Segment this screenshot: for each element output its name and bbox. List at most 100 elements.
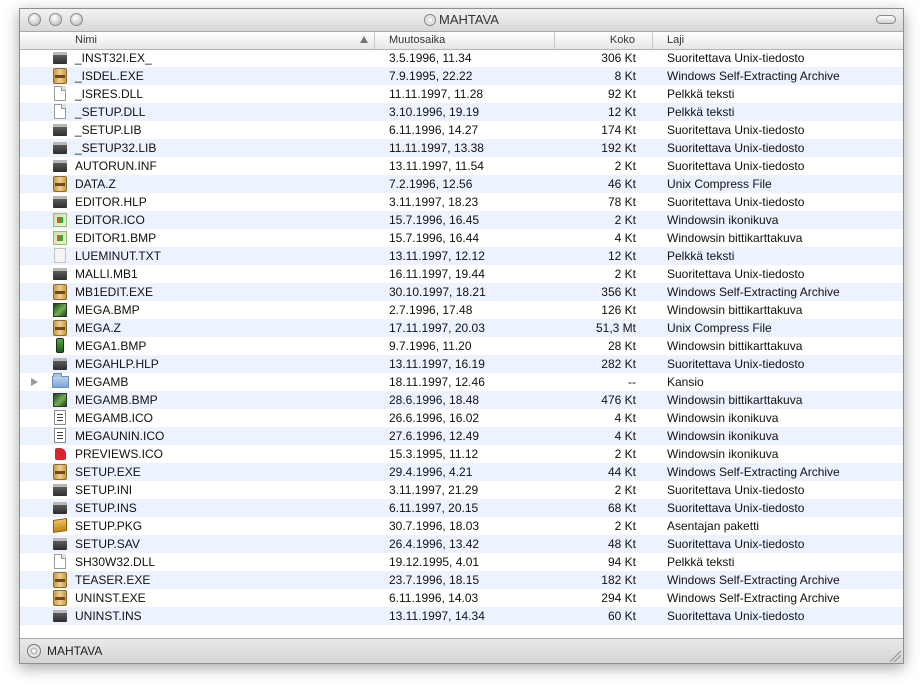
table-row[interactable]: SETUP.PKG 30.7.1996, 18.03 2 Kt Asentajan p…	[20, 517, 903, 535]
archive-file-icon	[53, 284, 67, 300]
file-icon-cell	[53, 410, 67, 425]
file-kind: Windowsin bittikarttakuva	[667, 303, 803, 317]
file-list[interactable]: _INST32I.EX_ 3.5.1996, 11.34 306 Kt Suorite…	[20, 49, 903, 638]
table-row[interactable]: _ISRES.DLL 11.11.1997, 11.28 92 Kt Pelkkä t…	[20, 85, 903, 103]
file-date: 3.5.1996, 11.34	[389, 51, 472, 65]
table-row[interactable]: DATA.Z 7.2.1996, 12.56 46 Kt Unix Compress …	[20, 175, 903, 193]
toolbar-toggle-button[interactable]	[876, 15, 896, 24]
disclosure-triangle-icon[interactable]	[31, 378, 38, 386]
column-header-size[interactable]: Koko	[555, 32, 653, 49]
file-icon-cell	[53, 554, 67, 569]
file-name: SETUP.INI	[75, 483, 133, 497]
table-row[interactable]: AUTORUN.INF 13.11.1997, 11.54 2 Kt Suoritet…	[20, 157, 903, 175]
exec-file-icon	[53, 610, 67, 622]
column-header-size-label: Koko	[609, 34, 635, 46]
exec-file-icon	[53, 358, 67, 370]
file-kind: Suoritettava Unix-tiedosto	[667, 267, 805, 281]
file-date: 15.7.1996, 16.45	[389, 213, 480, 227]
file-name: _ISRES.DLL	[75, 87, 144, 101]
table-row[interactable]: _SETUP.DLL 3.10.1996, 19.19 12 Kt Pelkkä te…	[20, 103, 903, 121]
table-row[interactable]: MEGAUNIN.ICO 27.6.1996, 12.49 4 Kt Windowsi…	[20, 427, 903, 445]
folder-file-icon	[52, 373, 69, 388]
table-row[interactable]: MEGAMB.BMP 28.6.1996, 18.48 476 Kt Windowsi…	[20, 391, 903, 409]
table-row[interactable]: MEGAHLP.HLP 13.11.1997, 16.19 282 Kt Suorit…	[20, 355, 903, 373]
file-kind: Suoritettava Unix-tiedosto	[667, 123, 805, 137]
file-name: LUEMINUT.TXT	[75, 249, 162, 263]
table-row[interactable]: MEGAMB 18.11.1997, 12.46 -- Kansio	[20, 373, 903, 391]
file-name: MEGA1.BMP	[75, 339, 147, 353]
column-header-date[interactable]: Muutosaika	[375, 32, 555, 49]
table-row[interactable]: MEGAMB.ICO 26.6.1996, 16.02 4 Kt Windowsin …	[20, 409, 903, 427]
table-row[interactable]: EDITOR.ICO 15.7.1996, 16.45 2 Kt Windowsin …	[20, 211, 903, 229]
file-date: 3.10.1996, 19.19	[389, 105, 480, 119]
file-kind: Windowsin bittikarttakuva	[667, 231, 803, 245]
file-size: 92 Kt	[607, 87, 636, 101]
file-size: 51,3 Mt	[595, 321, 636, 335]
file-kind: Windows Self-Extracting Archive	[667, 465, 840, 479]
doc-file-icon	[54, 554, 66, 569]
file-kind: Suoritettava Unix-tiedosto	[667, 159, 805, 173]
file-icon-cell	[52, 373, 69, 388]
column-header-date-label: Muutosaika	[389, 34, 446, 46]
file-name: UNINST.EXE	[75, 591, 146, 605]
textdoc-faded-file-icon	[54, 248, 66, 263]
table-row[interactable]: MEGA.Z 17.11.1997, 20.03 51,3 Mt Unix Compr…	[20, 319, 903, 337]
status-bar: MAHTAVA	[20, 638, 903, 663]
file-icon-cell	[53, 68, 67, 84]
resize-grip[interactable]	[890, 651, 901, 662]
table-row[interactable]: UNINST.EXE 6.11.1996, 14.03 294 Kt Windows …	[20, 589, 903, 607]
file-date: 13.11.1997, 11.54	[389, 159, 484, 173]
table-row[interactable]: _SETUP32.LIB 11.11.1997, 13.38 192 Kt Suori…	[20, 139, 903, 157]
table-row[interactable]: SETUP.EXE 29.4.1996, 4.21 44 Kt Windows Sel…	[20, 463, 903, 481]
file-size: 356 Kt	[601, 285, 636, 299]
table-row[interactable]: TEASER.EXE 23.7.1996, 18.15 182 Kt Windows …	[20, 571, 903, 589]
table-row[interactable]: MALLI.MB1 16.11.1997, 19.44 2 Kt Suoritetta…	[20, 265, 903, 283]
table-row[interactable]: UNINST.INS 13.11.1997, 14.34 60 Kt Suoritet…	[20, 607, 903, 625]
file-date: 30.10.1997, 18.21	[389, 285, 486, 299]
file-date: 15.7.1996, 16.44	[389, 231, 480, 245]
table-row[interactable]: SETUP.INS 6.11.1997, 20.15 68 Kt Suoritetta…	[20, 499, 903, 517]
file-kind: Suoritettava Unix-tiedosto	[667, 537, 805, 551]
column-header-kind-label: Laji	[667, 34, 685, 46]
phone-file-icon	[56, 338, 64, 353]
file-icon-cell	[53, 124, 67, 136]
table-row[interactable]: MB1EDIT.EXE 30.10.1997, 18.21 356 Kt Window…	[20, 283, 903, 301]
table-row[interactable]: MEGA1.BMP 9.7.1996, 11.20 28 Kt Windowsin b…	[20, 337, 903, 355]
file-date: 9.7.1996, 11.20	[389, 339, 472, 353]
exec-file-icon	[53, 52, 67, 64]
table-row[interactable]: EDITOR.HLP 3.11.1997, 18.23 78 Kt Suoritett…	[20, 193, 903, 211]
doc-file-icon	[54, 86, 66, 101]
table-row[interactable]: SETUP.SAV 26.4.1996, 13.42 48 Kt Suoritetta…	[20, 535, 903, 553]
table-row[interactable]: SH30W32.DLL 19.12.1995, 4.01 94 Kt Pelkkä t…	[20, 553, 903, 571]
file-name: MEGAMB.BMP	[75, 393, 158, 407]
archive-file-icon	[53, 320, 67, 336]
file-name: MB1EDIT.EXE	[75, 285, 154, 299]
file-icon-cell	[53, 196, 67, 208]
table-row[interactable]: _INST32I.EX_ 3.5.1996, 11.34 306 Kt Suorite…	[20, 49, 903, 67]
file-name: SETUP.EXE	[75, 465, 141, 479]
file-icon-cell	[53, 464, 67, 480]
table-row[interactable]: _ISDEL.EXE 7.9.1995, 22.22 8 Kt Windows Sel…	[20, 67, 903, 85]
title-bar[interactable]: MAHTAVA	[20, 9, 903, 32]
table-row[interactable]: SETUP.INI 3.11.1997, 21.29 2 Kt Suoritettav…	[20, 481, 903, 499]
file-size: 28 Kt	[607, 339, 636, 353]
file-size: 44 Kt	[607, 465, 636, 479]
file-date: 6.11.1997, 20.15	[389, 501, 479, 515]
file-kind: Suoritettava Unix-tiedosto	[667, 195, 805, 209]
table-row[interactable]: MEGA.BMP 2.7.1996, 17.48 126 Kt Windowsin b…	[20, 301, 903, 319]
table-row[interactable]: _SETUP.LIB 6.11.1996, 14.27 174 Kt Suoritet…	[20, 121, 903, 139]
file-date: 13.11.1997, 16.19	[389, 357, 485, 371]
red-file-icon	[55, 448, 66, 460]
package-file-icon	[53, 518, 67, 533]
file-size: 182 Kt	[601, 573, 636, 587]
column-header-name[interactable]: Nimi	[20, 32, 375, 49]
column-header-kind[interactable]: Laji	[653, 32, 903, 49]
file-date: 17.11.1997, 20.03	[389, 321, 485, 335]
table-row[interactable]: EDITOR1.BMP 15.7.1996, 16.44 4 Kt Windowsin…	[20, 229, 903, 247]
table-row[interactable]: PREVIEWS.ICO 15.3.1995, 11.12 2 Kt Windowsi…	[20, 445, 903, 463]
file-kind: Windows Self-Extracting Archive	[667, 69, 840, 83]
file-kind: Suoritettava Unix-tiedosto	[667, 483, 805, 497]
windows-file-icon	[53, 213, 67, 227]
table-row[interactable]: LUEMINUT.TXT 13.11.1997, 12.12 12 Kt Pelkkä…	[20, 247, 903, 265]
file-kind: Unix Compress File	[667, 177, 772, 191]
